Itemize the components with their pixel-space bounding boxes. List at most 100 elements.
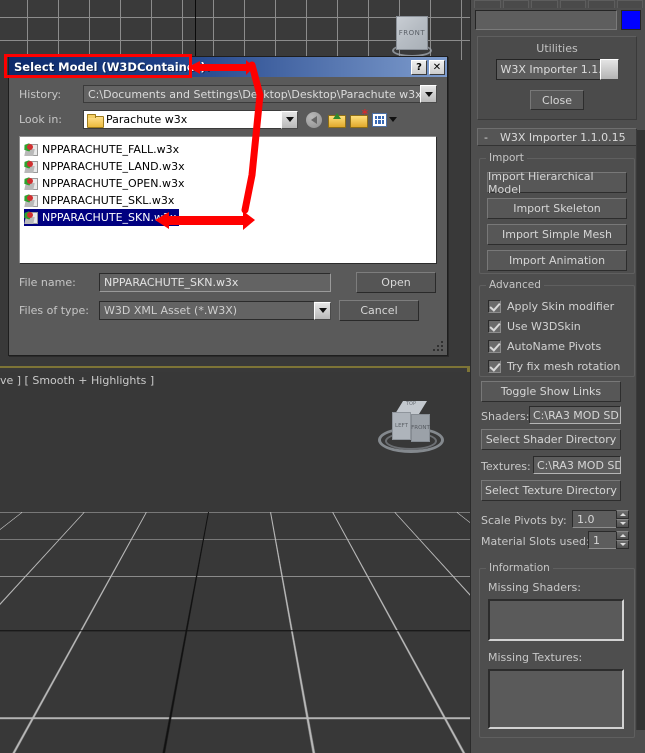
view-cube-face-front[interactable]: FRONT (411, 414, 430, 442)
stepper-up-icon[interactable] (616, 531, 629, 540)
import-section: Import Import Hierarchical Model Import … (479, 152, 635, 274)
list-item[interactable]: NPPARACHUTE_FALL.w3x (24, 141, 182, 158)
filetype-dropdown-icon[interactable] (314, 301, 331, 320)
rollout-title: W3X Importer 1.1.0.15 (499, 130, 626, 144)
filetype-label: Files of type: (19, 304, 90, 317)
scale-pivots-stepper[interactable] (616, 510, 629, 528)
checkbox-use-w3dskin[interactable]: Use W3DSkin (488, 320, 581, 333)
top-orthographic-viewport[interactable]: FRONT (0, 0, 470, 60)
checkbox-icon[interactable] (488, 320, 501, 333)
close-utility-button[interactable]: Close (530, 90, 584, 110)
dialog-nav-icons (306, 109, 397, 128)
information-legend: Information (486, 562, 553, 574)
checkbox-icon[interactable] (488, 300, 501, 313)
scale-pivots-input[interactable]: 1.0 (572, 510, 616, 528)
scale-pivots-label: Scale Pivots by: (481, 514, 567, 527)
checkbox-icon[interactable] (488, 360, 501, 373)
w3x-file-icon (24, 194, 39, 208)
material-slots-input[interactable]: 1 (588, 531, 616, 549)
close-icon[interactable]: ✕ (429, 59, 445, 75)
missing-shaders-label: Missing Shaders: (488, 581, 581, 594)
object-name-input[interactable] (475, 10, 617, 30)
filename-row: File name: NPPARACHUTE_SKN.w3x Open (19, 272, 437, 293)
filetype-row: Files of type: W3D XML Asset (*.W3X) Can… (19, 300, 437, 321)
w3x-file-icon (24, 211, 39, 225)
tab-hierarchy[interactable] (531, 0, 558, 8)
open-button[interactable]: Open (356, 272, 436, 293)
tab-create[interactable] (474, 0, 501, 8)
view-cube-body[interactable]: TOP LEFT FRONT (392, 401, 430, 445)
command-panel-scrollbar[interactable] (636, 130, 645, 730)
import-hierarchical-model-button[interactable]: Import Hierarchical Model (487, 170, 627, 196)
checkbox-label: Use W3DSkin (507, 320, 581, 333)
shaders-path-field[interactable]: C:\RA3 MOD SD (529, 406, 621, 424)
checkbox-label: AutoName Pivots (507, 340, 602, 353)
missing-shaders-box (488, 599, 624, 641)
checkbox-icon[interactable] (488, 340, 501, 353)
filename-input[interactable]: NPPARACHUTE_SKN.w3x (99, 273, 331, 292)
advanced-section: Advanced Apply Skin modifier Use W3DSkin… (479, 279, 635, 377)
up-folder-icon[interactable] (328, 112, 346, 128)
import-animation-button[interactable]: Import Animation (487, 250, 627, 271)
w3x-file-icon (24, 143, 39, 157)
filename-label: File name: (19, 276, 76, 289)
toggle-show-links-button[interactable]: Toggle Show Links (481, 381, 621, 402)
dialog-footer: File name: NPPARACHUTE_SKN.w3x Open File… (19, 272, 437, 321)
file-name: NPPARACHUTE_LAND.w3x (42, 160, 185, 173)
checkbox-apply-skin-modifier[interactable]: Apply Skin modifier (488, 300, 614, 313)
scrollbar-thumb[interactable] (637, 130, 645, 730)
history-dropdown-icon[interactable] (420, 85, 437, 103)
list-item[interactable]: NPPARACHUTE_OPEN.w3x (24, 175, 188, 192)
file-name: NPPARACHUTE_OPEN.w3x (42, 177, 185, 190)
help-button[interactable]: ? (411, 59, 427, 75)
chevron-down-icon[interactable] (599, 59, 619, 80)
cancel-button[interactable]: Cancel (339, 300, 419, 321)
resize-grip[interactable] (433, 341, 445, 353)
lookin-dropdown-icon[interactable] (281, 110, 298, 129)
information-section: Information Missing Shaders: Missing Tex… (479, 562, 635, 738)
back-icon[interactable] (306, 111, 323, 128)
new-folder-icon[interactable] (350, 109, 368, 128)
checkbox-autoname-pivots[interactable]: AutoName Pivots (488, 340, 601, 353)
view-cube-face-left[interactable]: LEFT (392, 412, 411, 440)
command-panel-tabs[interactable] (471, 0, 645, 8)
utilities-group: Utilities W3X Importer 1.1.0. Close (477, 36, 637, 120)
folder-icon (87, 113, 104, 128)
material-slots-label: Material Slots used: (481, 535, 590, 548)
tab-motion[interactable] (559, 0, 586, 8)
utility-select[interactable]: W3X Importer 1.1.0. (495, 59, 619, 80)
tab-modify[interactable] (502, 0, 529, 8)
checkbox-label: Apply Skin modifier (507, 300, 615, 313)
select-shader-directory-button[interactable]: Select Shader Directory (481, 429, 621, 450)
annotation-arrow-title (188, 60, 254, 75)
object-color-swatch[interactable] (621, 10, 641, 30)
textures-path-field[interactable]: C:\RA3 MOD SD (533, 456, 621, 474)
rollout-header-w3x-importer[interactable]: - W3X Importer 1.1.0.15 (477, 128, 637, 146)
view-cube-perspective[interactable]: TOP LEFT FRONT (378, 395, 444, 467)
history-label: History: (19, 87, 62, 101)
utilities-title: Utilities (536, 42, 578, 55)
command-panel: Utilities W3X Importer 1.1.0. Close - W3… (470, 0, 645, 753)
import-simple-mesh-button[interactable]: Import Simple Mesh (487, 224, 627, 245)
filetype-select[interactable]: W3D XML Asset (*.W3X) (99, 301, 314, 320)
tab-utilities[interactable] (616, 0, 643, 8)
view-cube-top[interactable]: FRONT (392, 16, 432, 60)
missing-textures-label: Missing Textures: (488, 651, 583, 664)
view-cube-face-front[interactable]: FRONT (396, 16, 428, 50)
checkbox-try-fix-mesh-rotation[interactable]: Try fix mesh rotation (488, 360, 620, 373)
list-item[interactable]: NPPARACHUTE_LAND.w3x (24, 158, 188, 175)
material-slots-stepper[interactable] (616, 531, 629, 549)
shaders-label: Shaders: (481, 410, 530, 423)
import-skeleton-button[interactable]: Import Skeleton (487, 198, 627, 219)
lookin-label: Look in: (19, 113, 62, 126)
stepper-up-icon[interactable] (616, 510, 629, 519)
file-name: NPPARACHUTE_SKL.w3x (42, 194, 175, 207)
select-texture-directory-button[interactable]: Select Texture Directory (481, 480, 621, 501)
utility-selected-value: W3X Importer 1.1.0. (495, 59, 600, 80)
stepper-down-icon[interactable] (616, 519, 629, 528)
advanced-legend: Advanced (486, 279, 544, 291)
tab-display[interactable] (588, 0, 615, 8)
collapse-icon[interactable]: - (484, 131, 488, 144)
stepper-down-icon[interactable] (616, 540, 629, 549)
views-icon[interactable] (372, 112, 397, 127)
